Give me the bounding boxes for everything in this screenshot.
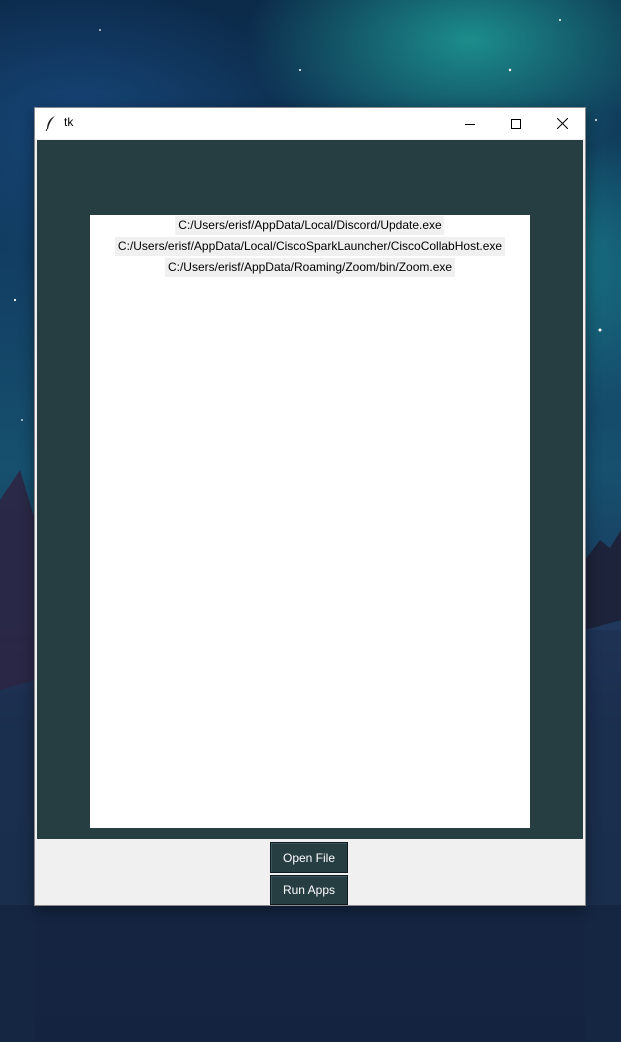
app-canvas: C:/Users/erisf/AppData/Local/Discord/Upd… [37, 140, 583, 839]
list-item: C:/Users/erisf/AppData/Local/Discord/Upd… [175, 216, 445, 235]
open-file-button[interactable]: Open File [270, 842, 348, 873]
list-item: C:/Users/erisf/AppData/Local/CiscoSparkL… [114, 237, 506, 256]
list-item: C:/Users/erisf/AppData/Roaming/Zoom/bin/… [164, 258, 456, 277]
minimize-icon [465, 123, 475, 125]
close-button[interactable] [539, 108, 585, 139]
button-panel: Open File Run Apps [35, 840, 585, 905]
title-bar[interactable]: tk [35, 108, 585, 139]
close-icon [556, 118, 568, 129]
maximize-button[interactable] [493, 108, 539, 139]
feather-icon [45, 116, 55, 131]
tk-window: tk C:/Users/erisf/AppData/Local/Discord/… [35, 108, 585, 905]
file-list: C:/Users/erisf/AppData/Local/Discord/Upd… [90, 215, 530, 828]
window-title: tk [64, 115, 74, 129]
run-apps-button[interactable]: Run Apps [270, 875, 348, 905]
minimize-button[interactable] [447, 108, 493, 139]
maximize-icon [511, 118, 521, 129]
